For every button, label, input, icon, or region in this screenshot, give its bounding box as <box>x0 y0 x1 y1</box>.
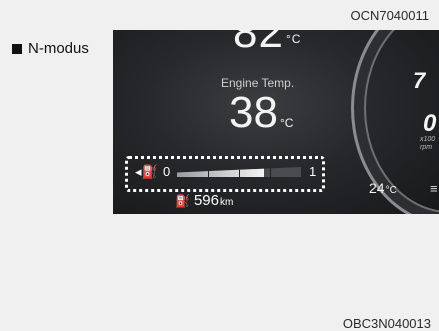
fuel-pump-small-icon: ⛽ <box>175 194 190 208</box>
driving-range-unit: km <box>219 197 234 208</box>
engine-temp-value: 38 <box>229 88 278 137</box>
fuel-gauge-min-label: 0 <box>163 164 171 179</box>
gear-indicator: 7 <box>413 68 426 93</box>
upper-temperature-readout: 82 °C <box>233 30 301 58</box>
rpm-scale-label: x100 rpm <box>420 136 435 152</box>
driving-range-readout: ⛽ 596km <box>175 192 233 209</box>
engine-temp-unit: °C <box>279 116 294 130</box>
fuel-pump-icon: ◂⛽ <box>135 164 158 179</box>
driving-range-value: 596 <box>193 192 219 209</box>
instrument-cluster-image: 82 °C Engine Temp. 38 °C 7 0 x100 rpm 24°C… <box>113 30 439 214</box>
outside-temperature-value: 24 <box>369 180 385 196</box>
section-heading-text: N-modus <box>28 40 89 57</box>
figure-code-bottom: OBC3N040013 <box>342 316 431 331</box>
rpm-scale-unit: rpm <box>420 144 433 151</box>
menu-lines-icon: ≡ <box>430 181 438 196</box>
rpm-digit: 0 <box>423 110 437 137</box>
upper-temperature-unit: °C <box>285 32 302 46</box>
upper-temperature-value: 82 <box>233 30 284 57</box>
outside-temperature-unit: °C <box>385 185 397 196</box>
figure-code-top: OCN7040011 <box>350 8 429 23</box>
rpm-scale-multiplier: x100 <box>420 136 436 143</box>
fuel-gauge-max-label: 1 <box>309 164 317 179</box>
outside-temperature: 24°C <box>369 180 397 196</box>
fuel-tick <box>270 167 271 177</box>
section-heading: N-modus <box>12 40 89 57</box>
engine-temp-readout: 38 °C <box>229 88 293 138</box>
bullet-square-icon <box>12 43 22 54</box>
